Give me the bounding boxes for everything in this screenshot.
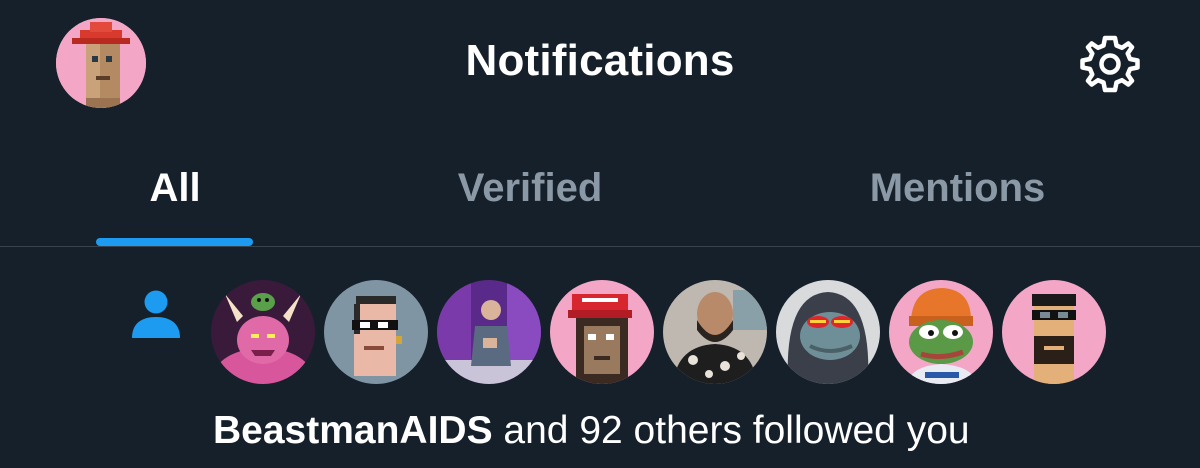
top-bar: Notifications (0, 0, 1200, 130)
page-title: Notifications (465, 36, 735, 85)
follower-avatar[interactable] (663, 280, 767, 384)
notification-text: BeastmanAIDS and 92 others followed you (213, 409, 970, 453)
tab-mentions[interactable]: Mentions (760, 130, 1155, 246)
follower-avatar[interactable] (889, 280, 993, 384)
horned-monster-avatar-icon (211, 280, 315, 384)
follower-avatar[interactable] (776, 280, 880, 384)
photo-person-purple-avatar-icon (437, 280, 541, 384)
follower-avatar[interactable] (437, 280, 541, 384)
follower-avatar[interactable] (211, 280, 315, 384)
pepe-orange-beanie-avatar-icon (889, 280, 993, 384)
tab-verified[interactable]: Verified (350, 130, 710, 246)
tab-bar: All Verified Mentions (0, 130, 1200, 246)
active-tab-indicator (96, 238, 253, 246)
pixel-punk-red-cap-avatar-icon (550, 280, 654, 384)
hooded-pepe-red-eyes-avatar-icon (776, 280, 880, 384)
follower-avatar[interactable] (324, 280, 428, 384)
follower-username-link[interactable]: BeastmanAIDS (213, 409, 493, 452)
follow-notification[interactable]: BeastmanAIDS and 92 others followed you (0, 247, 1200, 468)
follower-avatar[interactable] (1002, 280, 1106, 384)
settings-button[interactable] (1078, 32, 1142, 96)
follower-avatar[interactable] (550, 280, 654, 384)
gear-icon (1080, 35, 1140, 93)
notification-message: and 92 others followed you (492, 409, 970, 452)
photo-bearded-man-avatar-icon (663, 280, 767, 384)
person-icon (132, 290, 180, 338)
pixel-punk-headband-avatar-icon (1002, 280, 1106, 384)
tab-all[interactable]: All (0, 130, 350, 246)
pixel-punk-sunglasses-avatar-icon (324, 280, 428, 384)
